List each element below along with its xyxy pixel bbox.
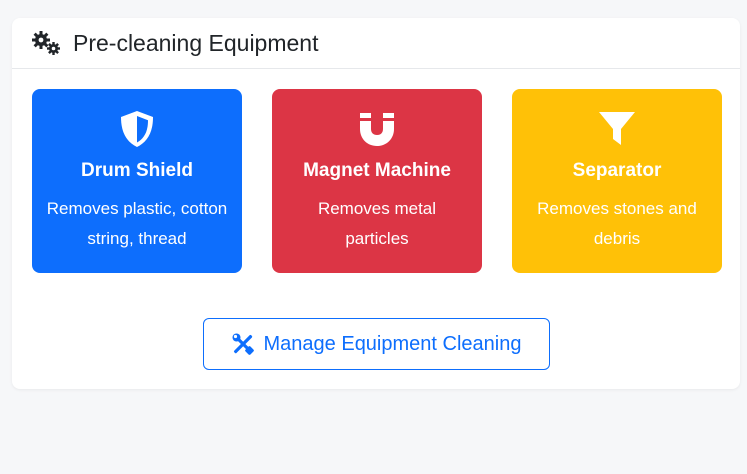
filter-icon <box>597 109 637 149</box>
tile-description: Removes stones and debris <box>537 199 697 248</box>
gears-icon <box>31 30 63 56</box>
magnet-icon <box>357 109 397 149</box>
equipment-card: Pre-cleaning Equipment Drum Shield Remov… <box>12 18 740 389</box>
tile-description: Removes metal particles <box>317 199 437 248</box>
manage-equipment-cleaning-button[interactable]: Manage Equipment Cleaning <box>203 318 550 370</box>
tile-description: Removes plastic, cotton string, thread <box>46 199 228 248</box>
tile-title: Magnet Machine <box>303 160 451 181</box>
page-title: Pre-cleaning Equipment <box>73 29 319 56</box>
tile-title: Separator <box>572 160 662 181</box>
equipment-list: Drum Shield Removes plastic, cotton stri… <box>32 89 722 273</box>
tile-separator: Separator Removes stones and debris <box>512 89 722 273</box>
shield-icon <box>117 109 157 149</box>
tools-icon <box>232 333 254 355</box>
tile-title: Drum Shield <box>81 160 193 181</box>
tile-drum-shield: Drum Shield Removes plastic, cotton stri… <box>32 89 242 273</box>
tile-magnet-machine: Magnet Machine Removes metal particles <box>272 89 482 273</box>
card-header: Pre-cleaning Equipment <box>12 18 740 69</box>
button-label: Manage Equipment Cleaning <box>263 332 522 355</box>
